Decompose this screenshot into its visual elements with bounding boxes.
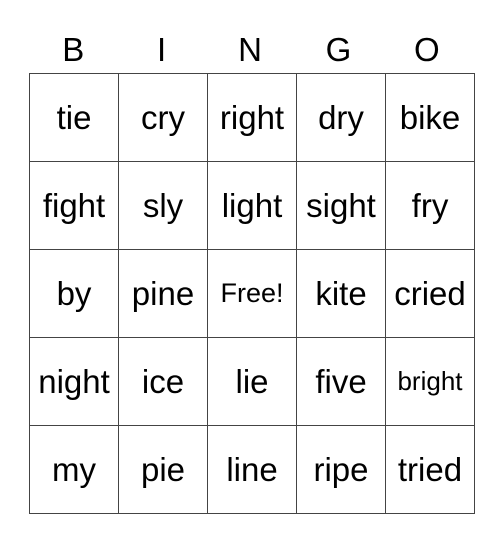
card-cell[interactable]: bright xyxy=(385,337,475,426)
card-cell[interactable]: by xyxy=(29,249,119,338)
header-letter-b: B xyxy=(62,31,85,68)
card-cell[interactable]: cry xyxy=(118,73,208,162)
card-cell[interactable]: pine xyxy=(118,249,208,338)
card-cell[interactable]: lie xyxy=(207,337,297,426)
card-cell[interactable]: tie xyxy=(29,73,119,162)
card-cell[interactable]: sly xyxy=(118,161,208,250)
bingo-header: B I N G O xyxy=(29,28,471,72)
card-row: by pine Free! kite cried xyxy=(29,249,475,338)
card-cell[interactable]: kite xyxy=(296,249,386,338)
card-cell[interactable]: sight xyxy=(296,161,386,250)
card-row: tie cry right dry bike xyxy=(29,73,475,162)
card-cell[interactable]: bike xyxy=(385,73,475,162)
card-cell[interactable]: right xyxy=(207,73,297,162)
card-cell[interactable]: dry xyxy=(296,73,386,162)
card-cell[interactable]: cried xyxy=(385,249,475,338)
card-row: night ice lie five bright xyxy=(29,337,475,426)
header-letter-o: O xyxy=(413,31,440,68)
card-cell[interactable]: fry xyxy=(385,161,475,250)
card-cell[interactable]: fight xyxy=(29,161,119,250)
card-cell[interactable]: my xyxy=(29,425,119,514)
card-cell[interactable]: night xyxy=(29,337,119,426)
card-cell[interactable]: light xyxy=(207,161,297,250)
header-letter-i: I xyxy=(157,31,167,68)
header-letter-g: G xyxy=(325,31,352,68)
free-space-cell[interactable]: Free! xyxy=(207,249,297,338)
card-cell[interactable]: ice xyxy=(118,337,208,426)
card-cell[interactable]: five xyxy=(296,337,386,426)
card-cell[interactable]: ripe xyxy=(296,425,386,514)
card-cell[interactable]: line xyxy=(207,425,297,514)
card-row: my pie line ripe tried xyxy=(29,425,475,514)
card-row: fight sly light sight fry xyxy=(29,161,475,250)
bingo-card: tie cry right dry bike fight sly light s… xyxy=(29,73,475,514)
header-letter-n: N xyxy=(238,31,262,68)
card-cell[interactable]: pie xyxy=(118,425,208,514)
card-cell[interactable]: tried xyxy=(385,425,475,514)
